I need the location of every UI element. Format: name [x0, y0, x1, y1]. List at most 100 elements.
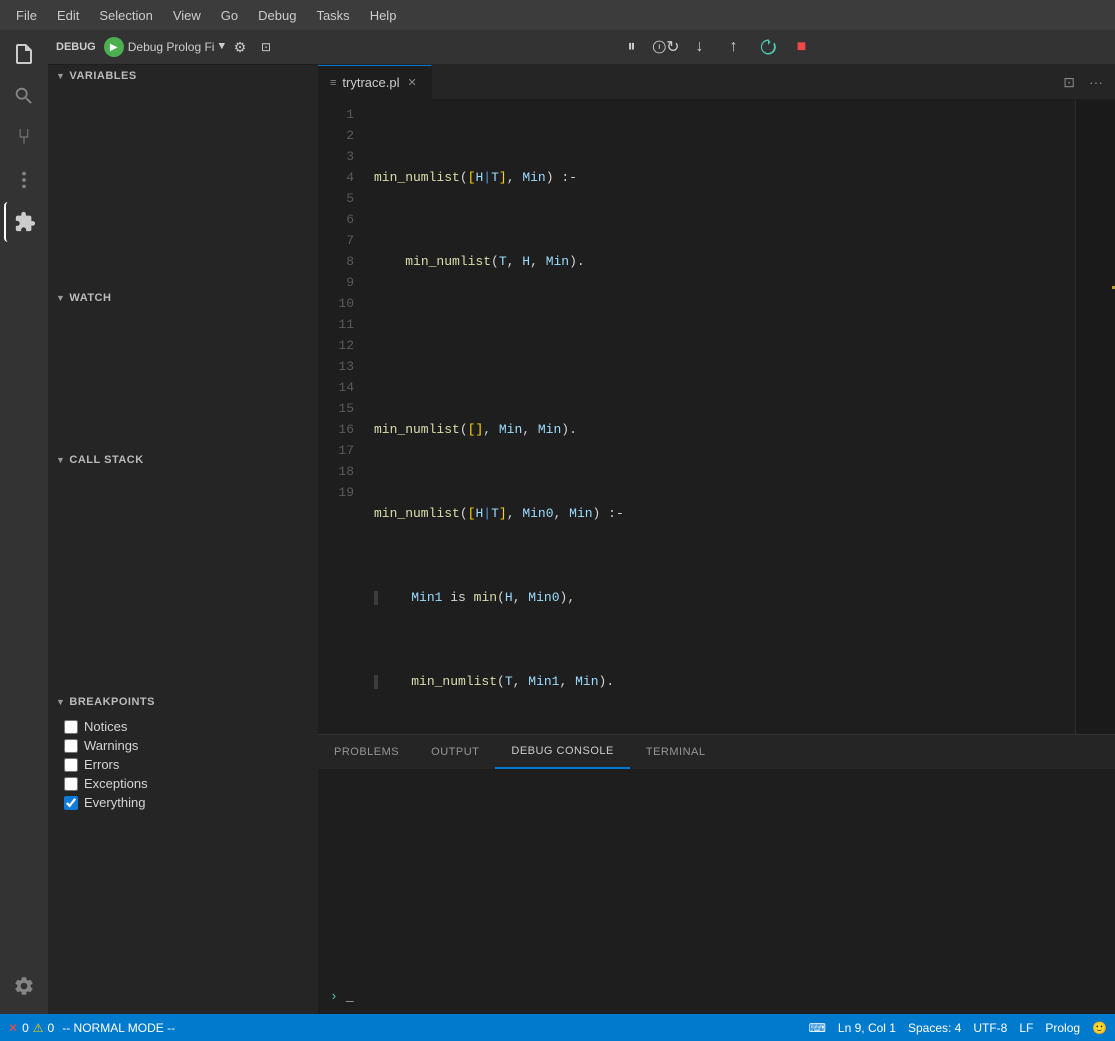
menu-view[interactable]: View: [165, 6, 209, 25]
menu-edit[interactable]: Edit: [49, 6, 87, 25]
main-layout: ⑂ DEBUG ▶ Debug Prolog Fi ▼ ⚙ ⊡ ▼ VARIAB…: [0, 30, 1115, 1014]
menu-tasks[interactable]: Tasks: [308, 6, 357, 25]
tab-bar: ≡ trytrace.pl ✕ ⊡ ···: [318, 65, 1115, 100]
debug-controls-bar: ⏸ ↻ ↓ ↑ ■: [318, 30, 1115, 65]
code-line-6: Min1 is min(H, Min0),: [374, 587, 1075, 608]
warnings-label: Warnings: [84, 738, 138, 753]
extensions-icon[interactable]: [4, 202, 44, 242]
mode-label: -- NORMAL MODE --: [62, 1021, 175, 1035]
watch-header[interactable]: ▼ WATCH: [48, 287, 318, 309]
notices-checkbox[interactable]: [64, 720, 78, 734]
step-into-button[interactable]: ↓: [686, 33, 714, 61]
source-control-icon[interactable]: ⑂: [4, 118, 44, 158]
callstack-chevron: ▼: [56, 455, 65, 465]
activity-bar: ⑂: [0, 30, 48, 1014]
code-editor[interactable]: 1 2 3 4 5 6 7 8 9 10 11 12 13 14 15 16 1: [318, 100, 1115, 734]
line-col-label: Ln 9, Col 1: [838, 1021, 896, 1035]
debug-dropdown-arrow[interactable]: ▼: [218, 41, 225, 53]
breakpoints-body: Notices Warnings Errors Exceptions Every…: [48, 713, 318, 816]
sidebar: DEBUG ▶ Debug Prolog Fi ▼ ⚙ ⊡ ▼ VARIABLE…: [48, 30, 318, 1014]
explorer-icon[interactable]: [4, 34, 44, 74]
variables-header[interactable]: ▼ VARIABLES: [48, 65, 318, 87]
code-line-3: [374, 335, 1075, 356]
list-item: Everything: [48, 793, 318, 812]
callstack-header[interactable]: ▼ CALL STACK: [48, 449, 318, 471]
status-eol[interactable]: LF: [1019, 1021, 1033, 1035]
status-smiley[interactable]: 🙂: [1092, 1021, 1107, 1035]
error-count: 0: [22, 1021, 29, 1035]
code-content: 1 2 3 4 5 6 7 8 9 10 11 12 13 14 15 16 1: [318, 100, 1115, 734]
menu-debug[interactable]: Debug: [250, 6, 304, 25]
tab-debug-console[interactable]: DEBUG CONSOLE: [495, 735, 629, 769]
exceptions-label: Exceptions: [84, 776, 148, 791]
everything-checkbox[interactable]: [64, 796, 78, 810]
bottom-content: › _: [318, 770, 1115, 1014]
menu-help[interactable]: Help: [362, 6, 405, 25]
debug-play-button[interactable]: ▶: [104, 37, 124, 57]
watch-body: [48, 309, 318, 449]
menu-go[interactable]: Go: [213, 6, 246, 25]
terminal-prompt: ›: [330, 989, 338, 1004]
eol-label: LF: [1019, 1021, 1033, 1035]
code-line-2: min_numlist(T, H, Min).: [374, 251, 1075, 272]
terminal-cursor[interactable]: _: [346, 989, 354, 1004]
tab-problems[interactable]: PROBLEMS: [318, 735, 415, 769]
stop-button[interactable]: ■: [788, 33, 816, 61]
menubar: File Edit Selection View Go Debug Tasks …: [0, 0, 1115, 30]
line-numbers: 1 2 3 4 5 6 7 8 9 10 11 12 13 14 15 16 1: [318, 100, 366, 734]
debug-run-icon[interactable]: [4, 160, 44, 200]
list-item: Warnings: [48, 736, 318, 755]
tab-icon: ≡: [330, 77, 336, 89]
warning-count: 0: [48, 1021, 55, 1035]
status-errors[interactable]: ✕ 0 ⚠ 0: [8, 1021, 54, 1035]
menu-selection[interactable]: Selection: [91, 6, 160, 25]
callstack-title: CALL STACK: [69, 454, 143, 466]
menu-file[interactable]: File: [8, 6, 45, 25]
tab-overflow-button[interactable]: ···: [1085, 72, 1107, 92]
debug-terminal-button[interactable]: ⊡: [255, 36, 277, 58]
list-item: Notices: [48, 717, 318, 736]
debug-gear-button[interactable]: ⚙: [229, 36, 251, 58]
status-line-col[interactable]: Ln 9, Col 1: [838, 1021, 896, 1035]
tab-close-button[interactable]: ✕: [406, 74, 419, 91]
debug-label: DEBUG: [56, 41, 96, 53]
tab-trytrace[interactable]: ≡ trytrace.pl ✕: [318, 65, 432, 99]
callstack-section: ▼ CALL STACK: [48, 449, 318, 691]
list-item: Errors: [48, 755, 318, 774]
debug-toolbar: DEBUG ▶ Debug Prolog Fi ▼ ⚙ ⊡: [48, 30, 318, 65]
tab-terminal[interactable]: TERMINAL: [630, 735, 722, 769]
variables-title: VARIABLES: [69, 70, 136, 82]
exceptions-checkbox[interactable]: [64, 777, 78, 791]
code-line-7: min_numlist(T, Min1, Min).: [374, 671, 1075, 692]
bottom-panel: PROBLEMS OUTPUT DEBUG CONSOLE TERMINAL ›…: [318, 734, 1115, 1014]
minimap: [1075, 100, 1115, 734]
spaces-label: Spaces: 4: [908, 1021, 961, 1035]
restart-button[interactable]: [754, 33, 782, 61]
status-encoding[interactable]: UTF-8: [973, 1021, 1007, 1035]
settings-icon[interactable]: [4, 966, 44, 1006]
status-spaces[interactable]: Spaces: 4: [908, 1021, 961, 1035]
encoding-label: UTF-8: [973, 1021, 1007, 1035]
continue-button[interactable]: ⏸: [618, 33, 646, 61]
watch-title: WATCH: [69, 292, 111, 304]
status-left: ✕ 0 ⚠ 0 -- NORMAL MODE --: [8, 1021, 175, 1035]
breakpoints-title: BREAKPOINTS: [69, 696, 155, 708]
status-language[interactable]: Prolog: [1045, 1021, 1080, 1035]
tab-split-button[interactable]: ⊡: [1059, 72, 1079, 93]
bottom-tabs: PROBLEMS OUTPUT DEBUG CONSOLE TERMINAL: [318, 735, 1115, 770]
watch-chevron: ▼: [56, 293, 65, 303]
warnings-checkbox[interactable]: [64, 739, 78, 753]
variables-body: [48, 87, 318, 287]
step-over-button[interactable]: ↻: [652, 33, 680, 61]
code-line-5: min_numlist([H|T], Min0, Min) :-: [374, 503, 1075, 524]
search-icon[interactable]: [4, 76, 44, 116]
tab-output[interactable]: OUTPUT: [415, 735, 495, 769]
status-terminal-icon[interactable]: ⌨: [809, 1021, 826, 1035]
step-out-button[interactable]: ↑: [720, 33, 748, 61]
code-lines: min_numlist([H|T], Min) :- min_numlist(T…: [366, 100, 1075, 734]
terminal-icon: ⌨: [809, 1021, 826, 1035]
errors-checkbox[interactable]: [64, 758, 78, 772]
everything-label: Everything: [84, 795, 145, 810]
errors-label: Errors: [84, 757, 119, 772]
breakpoints-header[interactable]: ▼ BREAKPOINTS: [48, 691, 318, 713]
